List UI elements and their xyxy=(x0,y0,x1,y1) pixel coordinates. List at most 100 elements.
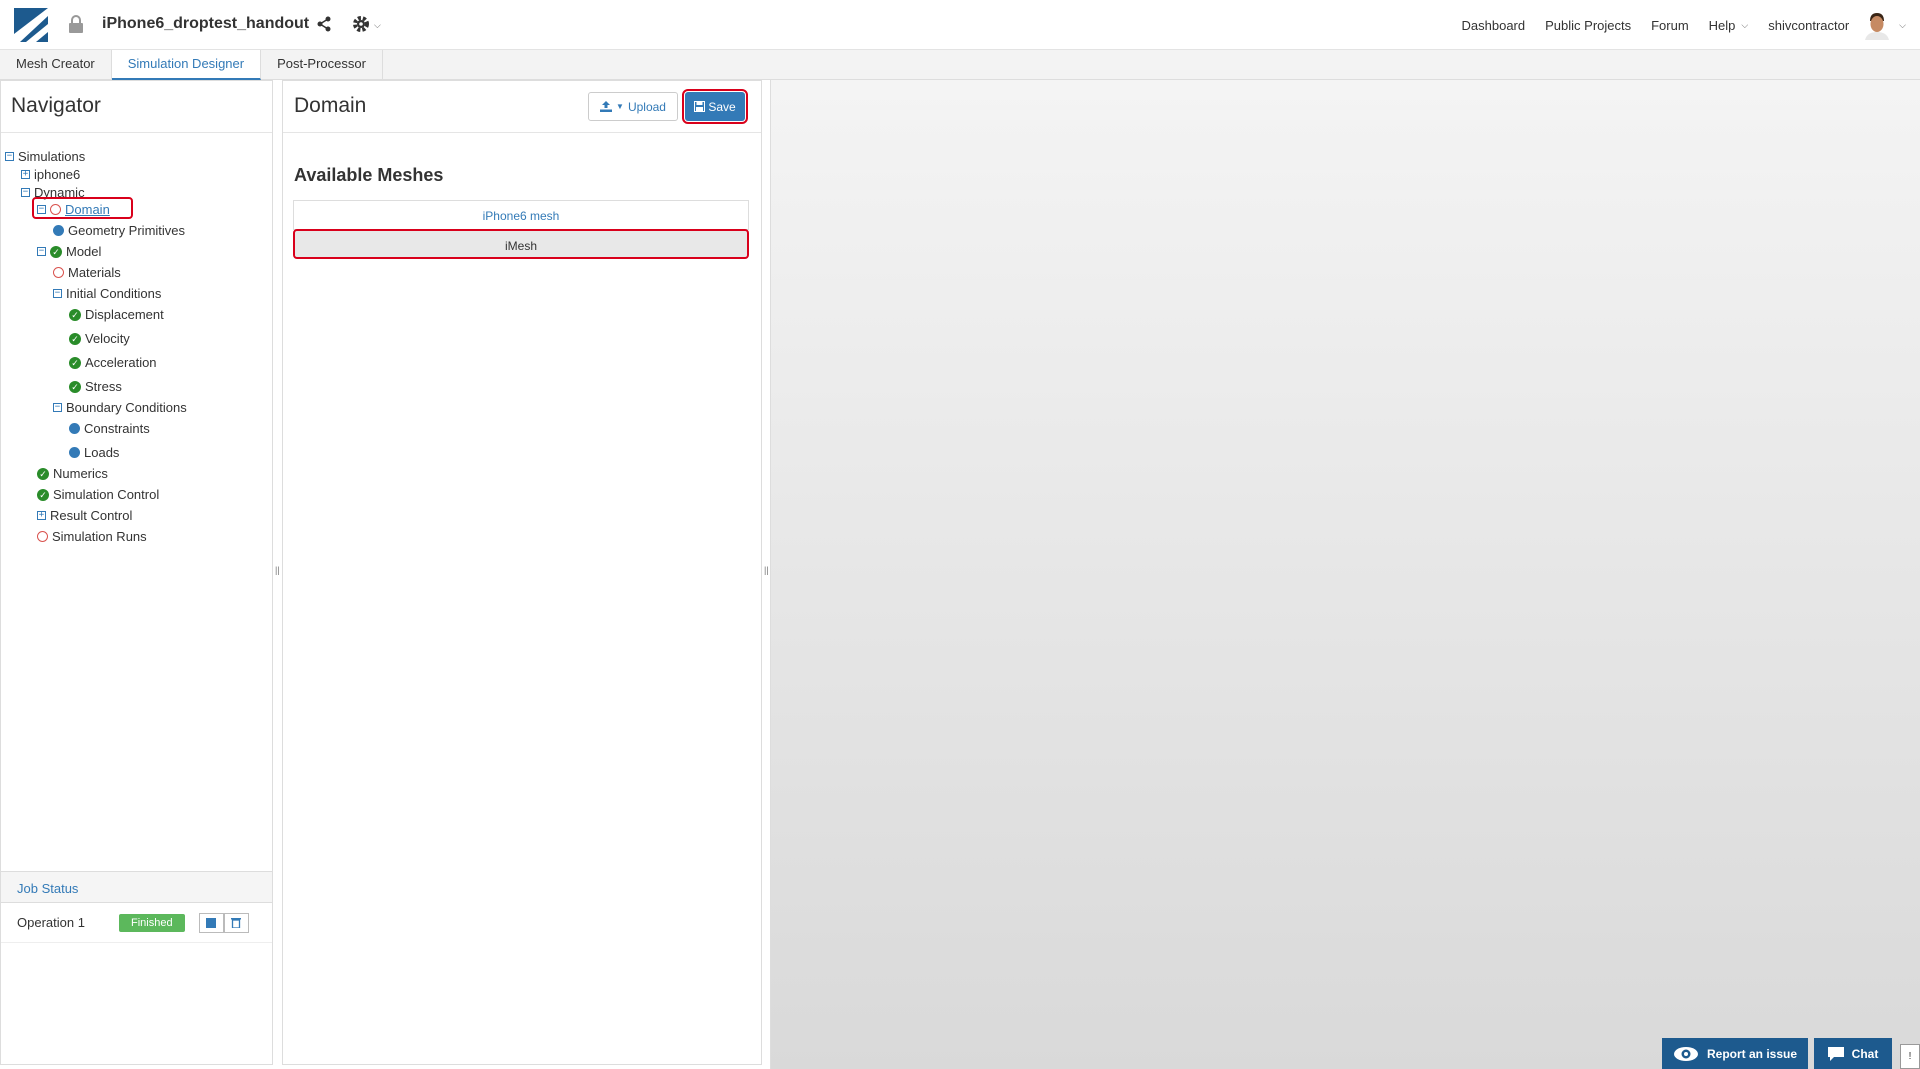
mesh-item-imesh[interactable]: iMesh xyxy=(293,229,749,259)
tree-node-simulations[interactable]: − Simulations xyxy=(5,149,85,164)
tree-node-simulation-runs[interactable]: Simulation Runs xyxy=(37,529,147,544)
collapse-icon[interactable]: − xyxy=(21,188,30,197)
panel-resize-handle[interactable]: || xyxy=(764,565,769,575)
upload-icon xyxy=(600,101,613,112)
save-label: Save xyxy=(708,99,736,114)
module-tabs: Mesh Creator Simulation Designer Post-Pr… xyxy=(0,50,1920,80)
tree-node-boundary-conditions[interactable]: − Boundary Conditions xyxy=(53,400,187,415)
tree-node-label: Model xyxy=(66,244,102,259)
tree-node-label: Displacement xyxy=(85,307,164,322)
tree-node-label: Stress xyxy=(85,379,122,394)
tree-node-acceleration[interactable]: ✓ Acceleration xyxy=(69,355,157,370)
nav-dashboard[interactable]: Dashboard xyxy=(1462,18,1526,33)
tree-node-loads[interactable]: Loads xyxy=(69,445,119,460)
chevron-down-icon[interactable]: ⌵ xyxy=(1899,20,1906,31)
gear-icon[interactable] xyxy=(352,15,370,33)
tree-node-label: Initial Conditions xyxy=(66,286,162,301)
chevron-down-icon[interactable]: ⌵ xyxy=(374,20,381,31)
tree-node-label: Simulations xyxy=(18,149,86,164)
app-logo-icon[interactable] xyxy=(14,8,48,42)
save-icon xyxy=(694,101,706,112)
top-nav: Dashboard Public Projects Forum Help ⌵ sh… xyxy=(1462,0,1920,50)
report-label: Report an issue xyxy=(1706,1046,1798,1061)
tab-post-processor[interactable]: Post-Processor xyxy=(261,50,383,80)
tree-node-constraints[interactable]: Constraints xyxy=(69,421,150,436)
mesh-item-iphone6[interactable]: iPhone6 mesh xyxy=(293,200,749,230)
collapse-icon[interactable]: − xyxy=(53,403,62,412)
tree-node-label: Result Control xyxy=(50,508,133,523)
lock-icon xyxy=(69,15,83,33)
incomplete-status-icon xyxy=(53,267,64,278)
nav-help-label: Help xyxy=(1708,17,1736,33)
share-icon[interactable] xyxy=(316,16,332,32)
caret-icon: ▼ xyxy=(616,102,624,111)
tree-node-materials[interactable]: Materials xyxy=(53,265,121,280)
domain-panel: Domain ▼ Upload Save Available Meshes iP… xyxy=(282,80,762,1065)
panel-resize-handle[interactable]: || xyxy=(275,565,280,575)
nav-forum[interactable]: Forum xyxy=(1651,18,1689,33)
check-status-icon: ✓ xyxy=(50,245,62,258)
nav-public-projects[interactable]: Public Projects xyxy=(1545,18,1631,33)
tree-node-initial-conditions[interactable]: − Initial Conditions xyxy=(53,286,161,301)
tree-node-label: Materials xyxy=(68,265,121,280)
tree-node-simulation-control[interactable]: ✓ Simulation Control xyxy=(37,487,159,502)
tree-node-label: Velocity xyxy=(85,331,130,346)
check-status-icon: ✓ xyxy=(69,308,81,321)
navigator-title: Navigator xyxy=(1,81,272,133)
status-badge: Finished xyxy=(119,913,185,932)
navigator-tree: − Simulations + iphone6 − Dynamic − Doma… xyxy=(1,133,272,833)
tree-node-model[interactable]: − ✓ Model xyxy=(37,244,101,259)
expand-icon[interactable]: + xyxy=(21,170,30,179)
upload-button[interactable]: ▼ Upload xyxy=(588,92,678,121)
tree-node-displacement[interactable]: ✓ Displacement xyxy=(69,307,164,322)
avatar[interactable] xyxy=(1863,10,1892,40)
eye-icon xyxy=(1673,1046,1698,1061)
tree-node-label: Boundary Conditions xyxy=(66,400,187,415)
save-button[interactable]: Save xyxy=(682,89,748,124)
tree-node-numerics[interactable]: ✓ Numerics xyxy=(37,466,108,481)
incomplete-status-icon xyxy=(50,204,61,215)
collapse-icon[interactable]: − xyxy=(53,289,62,298)
trash-icon xyxy=(231,918,242,928)
neutral-status-icon xyxy=(69,447,80,458)
collapse-icon[interactable]: − xyxy=(37,205,46,214)
stop-icon xyxy=(206,917,217,928)
report-issue-button[interactable]: Report an issue xyxy=(1662,1038,1808,1069)
job-status-section: Job Status Operation 1 Finished xyxy=(1,871,272,943)
incomplete-status-icon xyxy=(37,531,48,542)
neutral-status-icon xyxy=(69,423,80,434)
feedback-tab[interactable]: ! xyxy=(1900,1044,1920,1069)
tree-node-result-control[interactable]: + Result Control xyxy=(37,508,132,523)
check-status-icon: ✓ xyxy=(37,488,49,501)
tree-node-stress[interactable]: ✓ Stress xyxy=(69,379,122,394)
upload-label: Upload xyxy=(627,99,666,114)
tree-node-label: Domain xyxy=(65,202,110,217)
collapse-icon[interactable]: − xyxy=(37,247,46,256)
tree-node-label: Simulation Runs xyxy=(52,529,147,544)
job-status-title[interactable]: Job Status xyxy=(1,871,272,903)
tree-node-label: Numerics xyxy=(53,466,108,481)
delete-job-button[interactable] xyxy=(223,912,249,933)
tree-node-iphone6[interactable]: + iphone6 xyxy=(21,167,80,182)
check-status-icon: ✓ xyxy=(69,356,81,369)
check-status-icon: ✓ xyxy=(37,467,49,480)
expand-icon[interactable]: + xyxy=(37,511,46,520)
available-meshes-title: Available Meshes xyxy=(294,165,444,185)
user-name[interactable]: shivcontractor xyxy=(1768,18,1849,33)
tab-simulation-designer[interactable]: Simulation Designer xyxy=(111,50,262,80)
tree-node-velocity[interactable]: ✓ Velocity xyxy=(69,331,130,346)
3d-viewport[interactable] xyxy=(770,80,1920,1069)
tree-node-label: iphone6 xyxy=(34,167,81,182)
tab-mesh-creator[interactable]: Mesh Creator xyxy=(0,50,112,80)
tree-node-domain[interactable]: − Domain xyxy=(37,202,110,217)
chat-button[interactable]: Chat xyxy=(1814,1038,1892,1069)
tree-node-geometry-primitives[interactable]: Geometry Primitives xyxy=(53,223,185,238)
job-operation-name: Operation 1 xyxy=(17,915,85,930)
stop-job-button[interactable] xyxy=(198,912,224,933)
collapse-icon[interactable]: − xyxy=(5,152,14,161)
tree-node-label: Constraints xyxy=(84,421,150,436)
chat-label: Chat xyxy=(1851,1046,1879,1061)
check-status-icon: ✓ xyxy=(69,380,81,393)
nav-help[interactable]: Help ⌵ xyxy=(1709,18,1749,33)
mesh-list: iPhone6 mesh iMesh xyxy=(293,200,749,259)
